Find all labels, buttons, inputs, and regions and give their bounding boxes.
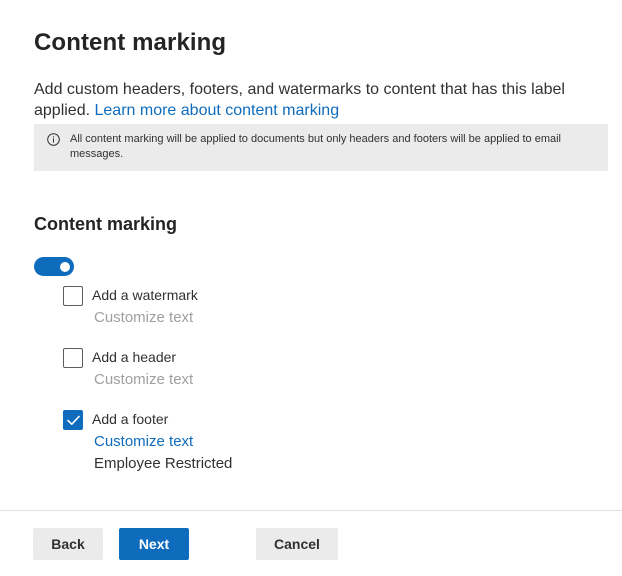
watermark-checkbox[interactable] xyxy=(63,286,83,306)
back-button[interactable]: Back xyxy=(33,528,103,560)
content-marking-toggle[interactable] xyxy=(34,257,74,276)
footer-divider xyxy=(0,510,622,511)
footer-customize-text-link[interactable]: Customize text xyxy=(94,433,193,450)
header-checkbox[interactable] xyxy=(63,348,83,368)
checkmark-icon xyxy=(67,415,80,425)
footer-text-value: Employee Restricted xyxy=(94,455,233,472)
page-description: Add custom headers, footers, and waterma… xyxy=(34,79,594,121)
info-message-bar: All content marking will be applied to d… xyxy=(34,124,608,171)
footer-label: Add a footer xyxy=(92,411,169,427)
content-marking-page: Content marking Add custom headers, foot… xyxy=(0,0,622,576)
header-label: Add a header xyxy=(92,349,177,365)
info-icon xyxy=(47,133,60,146)
info-message-text: All content marking will be applied to d… xyxy=(70,133,562,160)
footer-checkbox[interactable] xyxy=(63,410,83,430)
next-button[interactable]: Next xyxy=(119,528,189,560)
header-customize-text-link: Customize text xyxy=(94,371,194,388)
learn-more-link[interactable]: Learn more about content marking xyxy=(95,102,340,119)
watermark-customize-text-link: Customize text xyxy=(94,309,194,326)
watermark-label: Add a watermark xyxy=(92,287,198,303)
section-title: Content marking xyxy=(34,214,178,234)
cancel-button[interactable]: Cancel xyxy=(256,528,338,560)
page-title: Content marking xyxy=(34,29,227,56)
toggle-knob xyxy=(60,261,70,272)
